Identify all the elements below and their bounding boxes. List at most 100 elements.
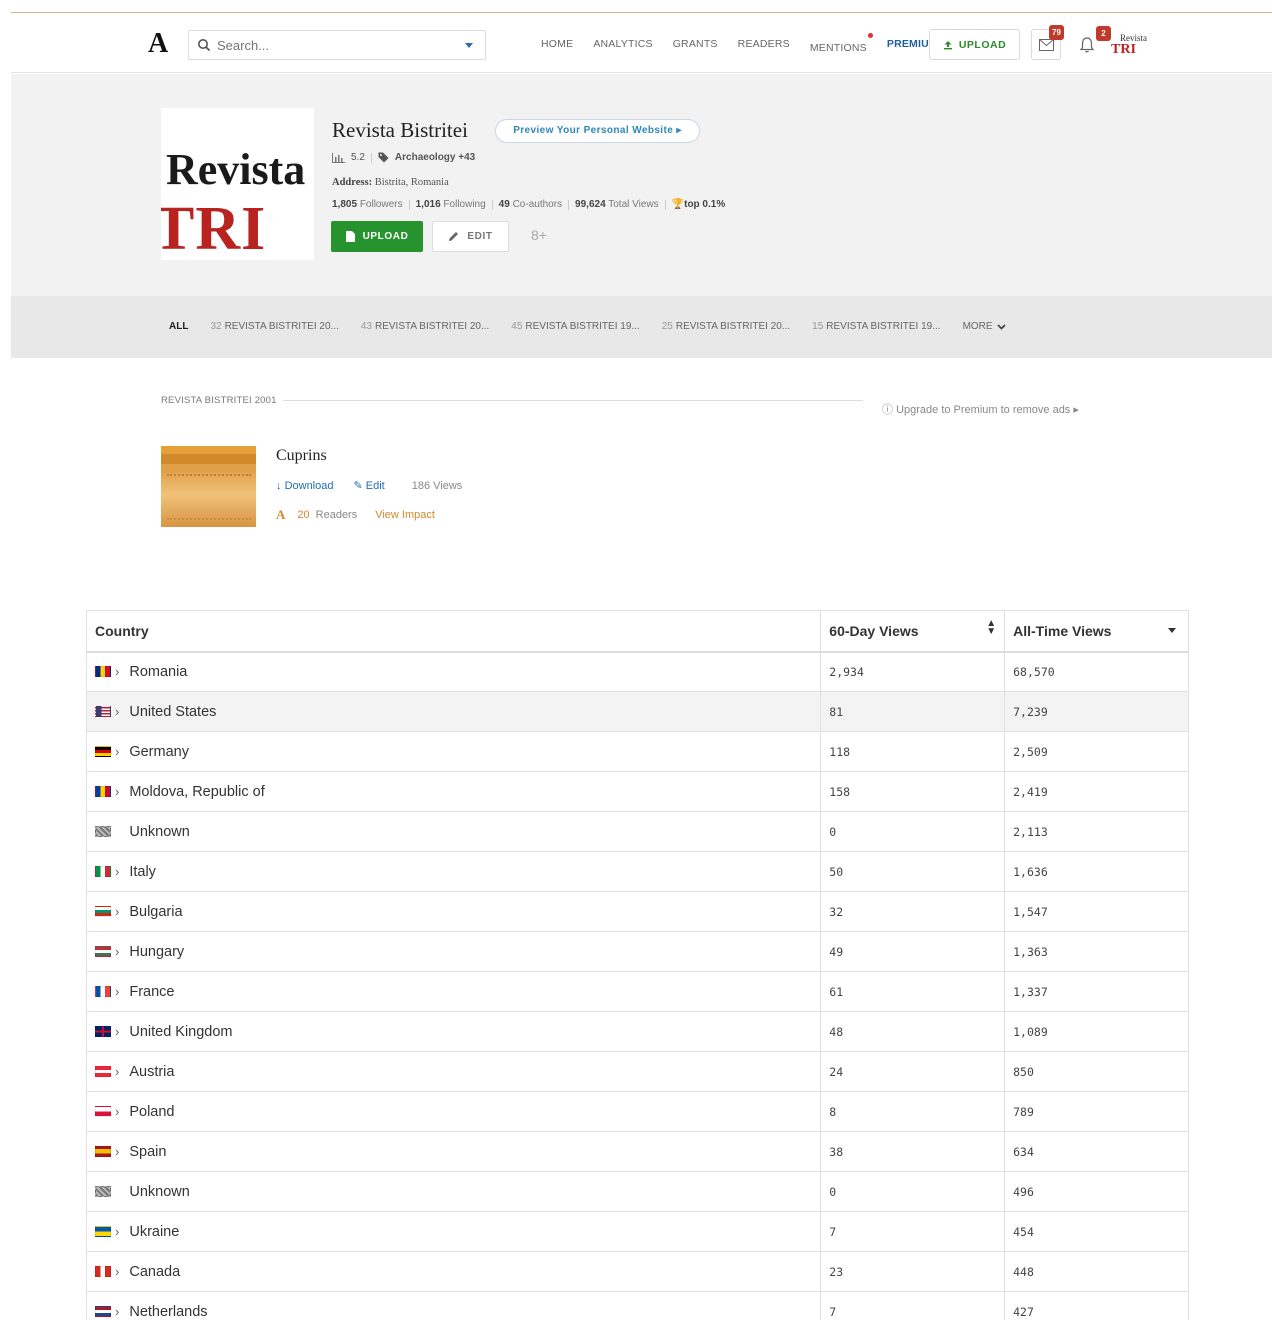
table-row[interactable]: › Spain 38 634 bbox=[85, 1131, 1189, 1172]
expand-chevron-icon[interactable]: › bbox=[115, 944, 119, 959]
flag-icon bbox=[95, 1305, 111, 1317]
profile-edit-button[interactable]: EDIT bbox=[432, 221, 509, 252]
tab-more[interactable]: MORE bbox=[963, 321, 1006, 332]
table-row[interactable]: › Germany 118 2,509 bbox=[85, 731, 1189, 772]
nav-grants[interactable]: GRANTS bbox=[673, 38, 718, 56]
following-stat[interactable]: 1,016 Following bbox=[416, 199, 486, 210]
col-country[interactable]: Country bbox=[85, 610, 822, 653]
tab-collection-1[interactable]: 32 REVISTA BISTRITEI 20... bbox=[210, 321, 338, 332]
view-impact-link[interactable]: View Impact bbox=[375, 509, 435, 521]
views-stat: 99,624 Total Views bbox=[575, 199, 659, 210]
nav-mentions[interactable]: MENTIONS bbox=[810, 42, 867, 54]
profile-meta: 5.2 Archaeology +43 bbox=[332, 152, 475, 163]
tab-collection-5[interactable]: 15 REVISTA BISTRITEI 19... bbox=[812, 321, 940, 332]
tab-collection-4[interactable]: 25 REVISTA BISTRITEI 20... bbox=[662, 321, 790, 332]
academia-a-icon: A bbox=[276, 507, 286, 522]
views-60-day: 61 bbox=[820, 971, 1006, 1012]
download-link[interactable]: ↓ Download bbox=[276, 480, 333, 492]
table-row[interactable]: ›Unknown0496 bbox=[85, 1171, 1189, 1212]
expand-chevron-icon[interactable]: › bbox=[115, 984, 119, 999]
expand-chevron-icon[interactable]: › bbox=[115, 904, 119, 919]
profile-upload-button[interactable]: UPLOAD bbox=[331, 221, 423, 252]
country-name: Unknown bbox=[129, 1183, 190, 1200]
tab-count: 45 bbox=[511, 321, 523, 332]
country-cell: › Netherlands bbox=[85, 1291, 822, 1320]
search-box[interactable] bbox=[188, 30, 486, 60]
table-row[interactable]: › Austria 24 850 bbox=[85, 1051, 1189, 1092]
flag-icon bbox=[95, 745, 111, 757]
expand-chevron-icon[interactable]: › bbox=[115, 704, 119, 719]
readers-label: Readers bbox=[315, 509, 358, 521]
country-views-table: Country 60-Day Views ▲ ▼ All-Time Views › R… bbox=[85, 610, 1189, 1320]
chevron-down-icon bbox=[996, 323, 1006, 330]
table-row[interactable]: › Poland 8 789 bbox=[85, 1091, 1189, 1132]
expand-chevron-icon[interactable]: › bbox=[115, 1064, 119, 1079]
table-row[interactable]: › Hungary 49 1,363 bbox=[85, 931, 1189, 972]
coauthors-count: 49 bbox=[498, 199, 510, 210]
messages-button[interactable]: 79 bbox=[1031, 25, 1064, 60]
academia-logo[interactable]: A bbox=[148, 29, 168, 59]
expand-chevron-icon[interactable]: › bbox=[115, 1304, 119, 1319]
table-row[interactable]: › Netherlands 7 427 bbox=[85, 1291, 1189, 1320]
profile-address: Address: Bistrita, Romania bbox=[332, 177, 449, 188]
col-60-day-views[interactable]: 60-Day Views ▲ ▼ bbox=[820, 610, 1006, 653]
table-row[interactable]: › Moldova, Republic of 158 2,419 bbox=[85, 771, 1189, 812]
user-avatar[interactable]: Revista TRI bbox=[1111, 33, 1147, 59]
sort-icon: ▲ ▼ bbox=[986, 618, 997, 637]
col-60-day-label: 60-Day Views bbox=[829, 622, 919, 639]
tab-collection-3[interactable]: 45 REVISTA BISTRITEI 19... bbox=[511, 321, 639, 332]
paper-thumbnail[interactable] bbox=[161, 446, 256, 527]
avatar-line-2: TRI bbox=[1111, 42, 1136, 57]
table-row[interactable]: › Bulgaria 32 1,547 bbox=[85, 891, 1189, 932]
tab-collection-2[interactable]: 43 REVISTA BISTRITEI 20... bbox=[361, 321, 489, 332]
expand-chevron-icon[interactable]: › bbox=[115, 784, 119, 799]
expand-chevron-icon[interactable]: › bbox=[115, 664, 119, 679]
table-row[interactable]: › United Kingdom 48 1,089 bbox=[85, 1011, 1189, 1052]
expand-chevron-icon[interactable]: › bbox=[115, 1224, 119, 1239]
expand-chevron-icon[interactable]: › bbox=[115, 864, 119, 879]
header-upload-label: UPLOAD bbox=[958, 38, 1007, 51]
table-row[interactable]: › Ukraine 7 454 bbox=[85, 1211, 1189, 1252]
col-all-time-views[interactable]: All-Time Views bbox=[1004, 610, 1189, 653]
table-row[interactable]: ›Unknown02,113 bbox=[85, 811, 1189, 852]
views-all-time: 2,113 bbox=[1004, 811, 1189, 852]
table-row[interactable]: › France 61 1,337 bbox=[85, 971, 1189, 1012]
flag-icon bbox=[95, 1225, 111, 1237]
edit-link[interactable]: ✎ Edit bbox=[353, 479, 384, 492]
views-all-time: 496 bbox=[1004, 1171, 1189, 1212]
divider bbox=[664, 199, 666, 210]
table-row[interactable]: › United States 81 7,239 bbox=[85, 691, 1189, 732]
profile-tag[interactable]: Archaeology +43 bbox=[395, 152, 475, 163]
search-input[interactable] bbox=[217, 35, 457, 55]
preview-website-button[interactable]: Preview Your Personal Website ▸ bbox=[495, 119, 700, 143]
nav-analytics[interactable]: ANALYTICS bbox=[593, 38, 652, 56]
country-cell: ›Unknown bbox=[85, 1171, 822, 1212]
coauthors-stat[interactable]: 49 Co-authors bbox=[499, 199, 562, 210]
paper-title[interactable]: Cuprins bbox=[276, 447, 327, 465]
views-60-day: 118 bbox=[820, 731, 1006, 772]
tab-label: REVISTA BISTRITEI 20... bbox=[224, 321, 339, 332]
expand-chevron-icon[interactable]: › bbox=[115, 1144, 119, 1159]
country-cell: › Hungary bbox=[85, 931, 822, 972]
country-cell: › Moldova, Republic of bbox=[85, 771, 822, 812]
search-dropdown-icon[interactable] bbox=[465, 43, 473, 48]
google-plus-icon[interactable]: 8+ bbox=[531, 227, 547, 243]
expand-chevron-icon[interactable]: › bbox=[115, 1024, 119, 1039]
paper-readers: A 20 Readers View Impact bbox=[276, 507, 435, 523]
expand-chevron-icon[interactable]: › bbox=[115, 1264, 119, 1279]
views-all-time: 789 bbox=[1004, 1091, 1189, 1132]
followers-stat[interactable]: 1,805 Followers bbox=[332, 199, 403, 210]
expand-chevron-icon[interactable]: › bbox=[115, 1104, 119, 1119]
header-upload-button[interactable]: UPLOAD bbox=[929, 29, 1020, 60]
country-cell: › Romania bbox=[85, 651, 822, 692]
views-all-time: 1,337 bbox=[1004, 971, 1189, 1012]
nav-readers[interactable]: READERS bbox=[738, 38, 790, 56]
expand-chevron-icon[interactable]: › bbox=[115, 744, 119, 759]
nav-home[interactable]: HOME bbox=[541, 38, 573, 56]
tab-all[interactable]: ALL bbox=[169, 321, 188, 332]
bell-icon[interactable] bbox=[1077, 35, 1097, 55]
table-row[interactable]: › Italy 50 1,636 bbox=[85, 851, 1189, 892]
table-row[interactable]: › Romania 2,934 68,570 bbox=[85, 651, 1189, 692]
upgrade-premium-link[interactable]: ⓘ Upgrade to Premium to remove ads ▸ bbox=[882, 401, 1079, 417]
table-row[interactable]: › Canada 23 448 bbox=[85, 1251, 1189, 1292]
